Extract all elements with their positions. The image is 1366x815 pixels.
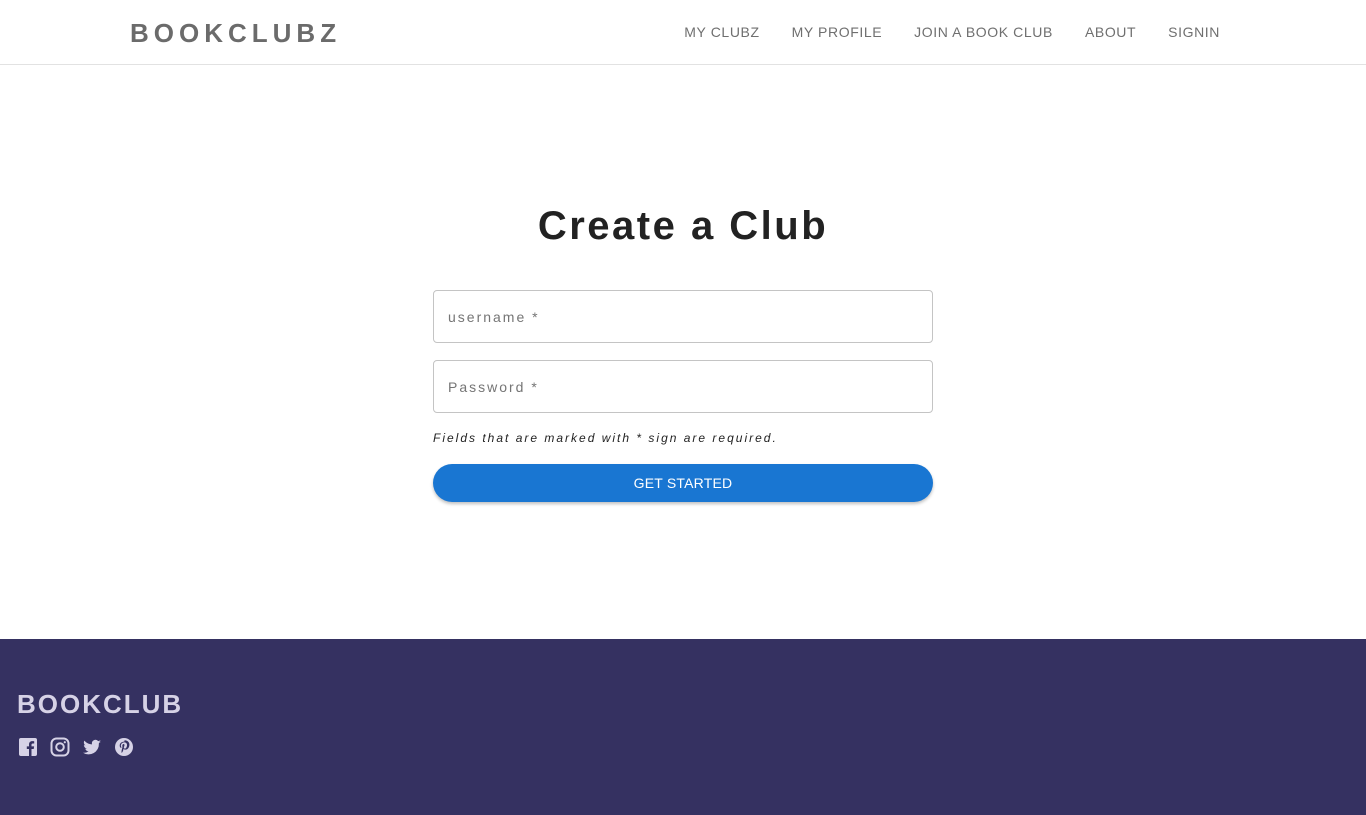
page-title: Create a Club	[537, 204, 829, 248]
main-nav: MY CLUBZ MY PROFILE JOIN A BOOK CLUB ABO…	[684, 22, 1220, 42]
nav-my-profile[interactable]: MY PROFILE	[792, 22, 883, 42]
password-input[interactable]	[434, 361, 932, 412]
get-started-button[interactable]: GET STARTED	[433, 464, 933, 502]
instagram-icon[interactable]	[50, 737, 70, 757]
username-field[interactable]	[433, 290, 933, 343]
top-navbar: BOOKCLUBZ MY CLUBZ MY PROFILE JOIN A BOO…	[0, 0, 1366, 65]
nav-about[interactable]: ABOUT	[1085, 22, 1136, 42]
nav-join-book-club[interactable]: JOIN A BOOK CLUB	[914, 22, 1053, 42]
nav-signin[interactable]: SIGNIN	[1168, 22, 1220, 42]
brand-logo[interactable]: BOOKCLUBZ	[130, 18, 341, 48]
social-links	[18, 737, 134, 757]
footer-brand: BOOKCLUB	[17, 689, 184, 719]
username-input[interactable]	[434, 291, 932, 342]
required-fields-hint: Fields that are marked with * sign are r…	[433, 431, 778, 445]
twitter-icon[interactable]	[82, 737, 102, 757]
main-content: Create a Club Fields that are marked wit…	[0, 65, 1366, 639]
nav-my-clubz[interactable]: MY CLUBZ	[684, 22, 759, 42]
facebook-icon[interactable]	[18, 737, 38, 757]
password-field[interactable]	[433, 360, 933, 413]
footer: BOOKCLUB	[0, 639, 1366, 815]
pinterest-icon[interactable]	[114, 737, 134, 757]
